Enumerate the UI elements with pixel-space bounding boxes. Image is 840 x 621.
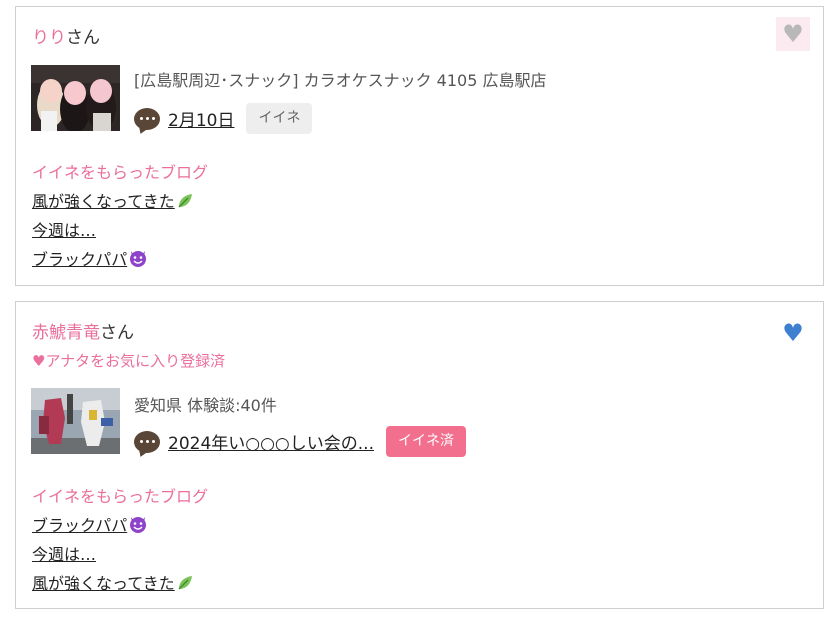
blog-link[interactable]: ブラックパパ: [32, 516, 148, 535]
user-thumbnail[interactable]: [31, 65, 120, 131]
comment-link[interactable]: 2月10日: [168, 106, 234, 131]
devil-icon: [128, 248, 148, 272]
comment-bubble-icon: [134, 430, 160, 453]
blog-link[interactable]: 今週は…: [32, 221, 96, 240]
comment-row: 2月10日 イイネ: [134, 103, 313, 134]
profile-info: 愛知県 体験談:40件: [134, 396, 277, 415]
favorite-heart-button[interactable]: ♥: [776, 17, 810, 51]
leaf-icon: [176, 574, 194, 596]
blog-list: 風が強くなってきた 今週は… ブラックパパ: [32, 188, 194, 275]
blog-list: ブラックパパ 今週は… 風が強くなってきた: [32, 512, 194, 599]
comment-link[interactable]: 2024年い○○○しい会の...: [168, 429, 374, 454]
honorific: さん: [66, 28, 100, 48]
heart-icon: ♥: [782, 319, 804, 347]
leaf-icon: [176, 192, 194, 214]
blog-item[interactable]: 今週は…: [32, 541, 194, 570]
user-card: 赤鯱青竜さん ♥ ♥アナタをお気に入り登録済 愛知県 体験談:40件 2024年…: [15, 301, 824, 609]
devil-icon: [128, 514, 148, 538]
user-line: りりさん: [32, 23, 100, 48]
favorite-heart-button[interactable]: ♥: [776, 316, 810, 350]
blog-heading: イイネをもらったブログ: [32, 487, 209, 506]
iine-button[interactable]: イイネ: [246, 103, 313, 134]
iine-done-button[interactable]: イイネ済: [385, 426, 466, 457]
blog-link[interactable]: 今週は…: [32, 545, 96, 564]
blog-link[interactable]: 風が強くなってきた: [32, 574, 194, 593]
blog-item[interactable]: ブラックパパ: [32, 512, 194, 541]
blog-link[interactable]: 風が強くなってきた: [32, 192, 194, 211]
shop-info: [広島駅周辺･スナック] カラオケスナック 4105 広島駅店: [134, 71, 547, 90]
user-card: りりさん ♥ [広島駅周辺･スナック] カラオケスナック 4105 広島駅店 2…: [15, 6, 824, 286]
blog-item[interactable]: 風が強くなってきた: [32, 570, 194, 599]
blog-link[interactable]: ブラックパパ: [32, 250, 148, 269]
honorific: さん: [100, 323, 134, 343]
user-thumbnail[interactable]: [31, 388, 120, 454]
favorite-status: ♥アナタをお気に入り登録済: [32, 352, 226, 370]
comment-row: 2024年い○○○しい会の... イイネ済: [134, 426, 466, 457]
blog-item[interactable]: 今週は…: [32, 217, 194, 246]
user-name-link[interactable]: 赤鯱青竜: [32, 323, 100, 343]
heart-icon: ♥: [782, 20, 804, 48]
comment-bubble-icon: [134, 107, 160, 130]
blog-item[interactable]: ブラックパパ: [32, 246, 194, 275]
user-line: 赤鯱青竜さん: [32, 318, 134, 343]
user-name-link[interactable]: りり: [32, 28, 66, 48]
blog-heading: イイネをもらったブログ: [32, 163, 209, 182]
blog-item[interactable]: 風が強くなってきた: [32, 188, 194, 217]
